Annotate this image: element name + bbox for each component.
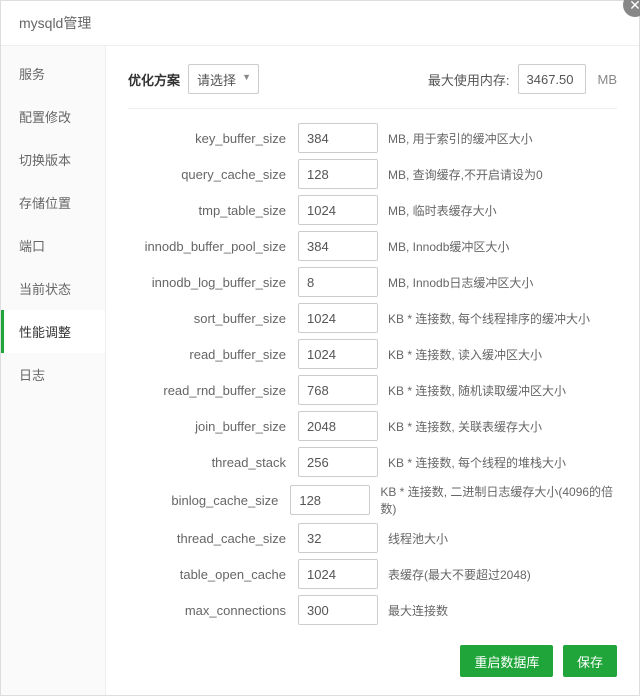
- param-input-max_connections[interactable]: [298, 595, 378, 625]
- param-input-innodb_log_buffer_size[interactable]: [298, 267, 378, 297]
- param-row: table_open_cache 表缓存(最大不要超过2048): [128, 559, 617, 589]
- param-desc: KB * 连接数, 每个线程排序的缓冲大小: [378, 310, 590, 327]
- param-label: table_open_cache: [128, 567, 298, 582]
- param-desc: KB * 连接数, 读入缓冲区大小: [378, 346, 542, 363]
- param-input-key_buffer_size[interactable]: [298, 123, 378, 153]
- sidebar-item-6[interactable]: 性能调整: [1, 310, 105, 353]
- param-input-tmp_table_size[interactable]: [298, 195, 378, 225]
- param-label: read_rnd_buffer_size: [128, 383, 298, 398]
- param-input-read_rnd_buffer_size[interactable]: [298, 375, 378, 405]
- param-input-innodb_buffer_pool_size[interactable]: [298, 231, 378, 261]
- param-desc: KB * 连接数, 关联表缓存大小: [378, 418, 542, 435]
- mem-label: 最大使用内存:: [428, 70, 510, 89]
- param-label: join_buffer_size: [128, 419, 298, 434]
- param-label: max_connections: [128, 603, 298, 618]
- param-label: sort_buffer_size: [128, 311, 298, 326]
- param-row: max_connections 最大连接数: [128, 595, 617, 625]
- param-desc: 最大连接数: [378, 602, 448, 619]
- restart-button[interactable]: 重启数据库: [460, 645, 553, 677]
- param-desc: MB, Innodb缓冲区大小: [378, 238, 509, 255]
- param-row: innodb_log_buffer_size MB, Innodb日志缓冲区大小: [128, 267, 617, 297]
- param-row: join_buffer_size KB * 连接数, 关联表缓存大小: [128, 411, 617, 441]
- plan-label: 优化方案: [128, 70, 180, 89]
- param-row: read_rnd_buffer_size KB * 连接数, 随机读取缓冲区大小: [128, 375, 617, 405]
- param-row: query_cache_size MB, 查询缓存,不开启请设为0: [128, 159, 617, 189]
- param-row: thread_cache_size 线程池大小: [128, 523, 617, 553]
- param-input-sort_buffer_size[interactable]: [298, 303, 378, 333]
- sidebar-item-2[interactable]: 切换版本: [1, 138, 105, 181]
- param-desc: 表缓存(最大不要超过2048): [378, 566, 531, 583]
- mem-input[interactable]: [518, 64, 586, 94]
- param-desc: MB, Innodb日志缓冲区大小: [378, 274, 533, 291]
- divider: [128, 108, 617, 109]
- param-input-read_buffer_size[interactable]: [298, 339, 378, 369]
- param-desc: KB * 连接数, 每个线程的堆栈大小: [378, 454, 566, 471]
- param-input-table_open_cache[interactable]: [298, 559, 378, 589]
- sidebar-item-5[interactable]: 当前状态: [1, 267, 105, 310]
- param-label: read_buffer_size: [128, 347, 298, 362]
- param-desc: MB, 查询缓存,不开启请设为0: [378, 166, 543, 183]
- param-row: sort_buffer_size KB * 连接数, 每个线程排序的缓冲大小: [128, 303, 617, 333]
- save-button[interactable]: 保存: [563, 645, 617, 677]
- param-input-query_cache_size[interactable]: [298, 159, 378, 189]
- param-label: binlog_cache_size: [128, 493, 290, 508]
- param-row: binlog_cache_size KB * 连接数, 二进制日志缓存大小(409…: [128, 483, 617, 517]
- sidebar-item-1[interactable]: 配置修改: [1, 95, 105, 138]
- param-input-join_buffer_size[interactable]: [298, 411, 378, 441]
- param-row: thread_stack KB * 连接数, 每个线程的堆栈大小: [128, 447, 617, 477]
- param-label: key_buffer_size: [128, 131, 298, 146]
- param-label: innodb_buffer_pool_size: [128, 239, 298, 254]
- param-row: tmp_table_size MB, 临时表缓存大小: [128, 195, 617, 225]
- param-label: innodb_log_buffer_size: [128, 275, 298, 290]
- param-row: innodb_buffer_pool_size MB, Innodb缓冲区大小: [128, 231, 617, 261]
- param-desc: KB * 连接数, 二进制日志缓存大小(4096的倍数): [370, 483, 617, 517]
- param-label: thread_stack: [128, 455, 298, 470]
- param-input-thread_cache_size[interactable]: [298, 523, 378, 553]
- param-row: read_buffer_size KB * 连接数, 读入缓冲区大小: [128, 339, 617, 369]
- param-desc: MB, 用于索引的缓冲区大小: [378, 130, 533, 147]
- param-input-binlog_cache_size[interactable]: [290, 485, 370, 515]
- param-label: thread_cache_size: [128, 531, 298, 546]
- param-desc: KB * 连接数, 随机读取缓冲区大小: [378, 382, 566, 399]
- modal-title: mysqld管理: [1, 1, 639, 46]
- param-row: key_buffer_size MB, 用于索引的缓冲区大小: [128, 123, 617, 153]
- sidebar-item-0[interactable]: 服务: [1, 52, 105, 95]
- param-label: tmp_table_size: [128, 203, 298, 218]
- sidebar-item-7[interactable]: 日志: [1, 353, 105, 396]
- modal: ✕ mysqld管理 服务配置修改切换版本存储位置端口当前状态性能调整日志 优化…: [0, 0, 640, 696]
- param-desc: 线程池大小: [378, 530, 448, 547]
- mem-unit: MB: [594, 72, 618, 87]
- sidebar-item-4[interactable]: 端口: [1, 224, 105, 267]
- params-list: key_buffer_size MB, 用于索引的缓冲区大小 query_cache…: [128, 123, 617, 625]
- param-input-thread_stack[interactable]: [298, 447, 378, 477]
- param-desc: MB, 临时表缓存大小: [378, 202, 497, 219]
- plan-select[interactable]: 请选择: [188, 64, 259, 94]
- sidebar-item-3[interactable]: 存储位置: [1, 181, 105, 224]
- param-label: query_cache_size: [128, 167, 298, 182]
